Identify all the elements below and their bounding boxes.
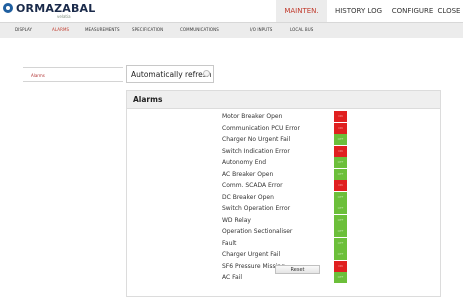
logo-subtitle: velatia: [57, 14, 71, 19]
alarm-status-indicator: OFF: [334, 203, 347, 214]
alarm-status-indicator: OFF: [334, 237, 347, 249]
sidebar-item-alarms[interactable]: Alarms: [23, 67, 123, 82]
alarm-status-indicator: ON: [334, 260, 347, 272]
alarm-row: Communication PCU Error ON: [127, 122, 440, 135]
alarm-label: Charger No Urgent Fail: [222, 136, 291, 143]
alarm-label: Motor Breaker Open: [222, 113, 283, 120]
alarm-row: Switch Indication Error ON: [127, 145, 440, 158]
alarm-label: Autonomy End: [222, 159, 267, 166]
alarm-status-indicator: ON: [334, 111, 347, 122]
nav-close[interactable]: CLOSE: [435, 0, 463, 22]
alarm-status-indicator: OFF: [334, 226, 347, 237]
alarm-status-indicator: OFF: [334, 157, 347, 168]
alarm-status-indicator: OFF: [334, 168, 347, 180]
auto-refresh-control: Automatically refresh: [126, 65, 214, 83]
alarm-row: Fault OFF: [127, 237, 440, 250]
auto-refresh-label: Automatically refresh: [131, 70, 212, 79]
top-bar: ORMAZABAL velatia MAINTEN. HISTORY LOG C…: [0, 0, 463, 23]
alarm-status-indicator: OFF: [334, 272, 347, 283]
subnav-io-inputs[interactable]: I/O INPUTS: [250, 27, 272, 32]
alarm-row: Motor Breaker Open ON: [127, 111, 440, 123]
alarm-status-indicator: ON: [334, 180, 347, 191]
alarm-row: Comm. SCADA Error ON: [127, 180, 440, 192]
alarm-status-indicator: OFF: [334, 214, 347, 226]
reset-button[interactable]: Reset: [275, 265, 320, 274]
alarm-status-indicator: OFF: [334, 249, 347, 260]
alarm-label: Switch Indication Error: [222, 147, 290, 155]
alarm-label: Fault: [222, 239, 237, 247]
alarm-label: DC Breaker Open: [222, 193, 274, 201]
alarm-status-indicator: ON: [334, 145, 347, 157]
alarm-label: Charger Urgent Fail: [222, 251, 281, 258]
alarm-status-indicator: OFF: [334, 134, 347, 145]
alarm-row: Charger No Urgent Fail OFF: [127, 134, 440, 146]
alarm-row: Operation Sectionaliser OFF: [127, 226, 440, 238]
subnav-local-bus[interactable]: LOCAL BUS: [290, 27, 313, 32]
logo-name: ORMAZABAL: [16, 2, 96, 15]
auto-refresh-checkbox[interactable]: [203, 70, 210, 77]
subnav-measurements[interactable]: MEASUREMENTS: [85, 27, 120, 32]
alarm-label: Switch Operation Error: [222, 205, 291, 212]
nav-history-log[interactable]: HISTORY LOG: [327, 0, 390, 22]
ormazabal-logo: ORMAZABAL velatia: [3, 2, 103, 22]
alarm-row: AC Breaker Open OFF: [127, 168, 440, 181]
sub-navigation: DISPLAY ALARMS MEASUREMENTS SPECIFICATIO…: [0, 23, 463, 38]
alarm-row: Switch Operation Error OFF: [127, 203, 440, 215]
alarms-panel-header: Alarms: [127, 91, 440, 109]
alarm-row: Autonomy End OFF: [127, 157, 440, 169]
alarm-label: Communication PCU Error: [222, 124, 300, 132]
nav-configure[interactable]: CONFIGURE: [390, 0, 435, 22]
alarm-row: WD Relay OFF: [127, 214, 440, 227]
subnav-specification[interactable]: SPECIFICATION: [132, 27, 163, 32]
subnav-display[interactable]: DISPLAY: [15, 27, 32, 32]
alarm-status-indicator: ON: [334, 122, 347, 134]
subnav-alarms[interactable]: ALARMS: [52, 27, 69, 32]
alarm-label: Operation Sectionaliser: [222, 228, 293, 235]
alarm-row: DC Breaker Open OFF: [127, 191, 440, 204]
logo-ring-icon: [3, 3, 13, 13]
alarm-row: Charger Urgent Fail OFF: [127, 249, 440, 261]
alarms-panel-title: Alarms: [133, 95, 163, 104]
alarms-panel: Alarms Motor Breaker Open ON Communication…: [126, 90, 441, 297]
alarm-label: AC Breaker Open: [222, 170, 274, 178]
alarm-label: AC Fail: [222, 274, 243, 281]
alarm-status-indicator: OFF: [334, 191, 347, 203]
alarm-label: Comm. SCADA Error: [222, 182, 283, 189]
alarm-label: WD Relay: [222, 216, 251, 224]
subnav-communications[interactable]: COMMUNICATIONS: [180, 27, 219, 32]
nav-mainten[interactable]: MAINTEN.: [276, 0, 327, 22]
